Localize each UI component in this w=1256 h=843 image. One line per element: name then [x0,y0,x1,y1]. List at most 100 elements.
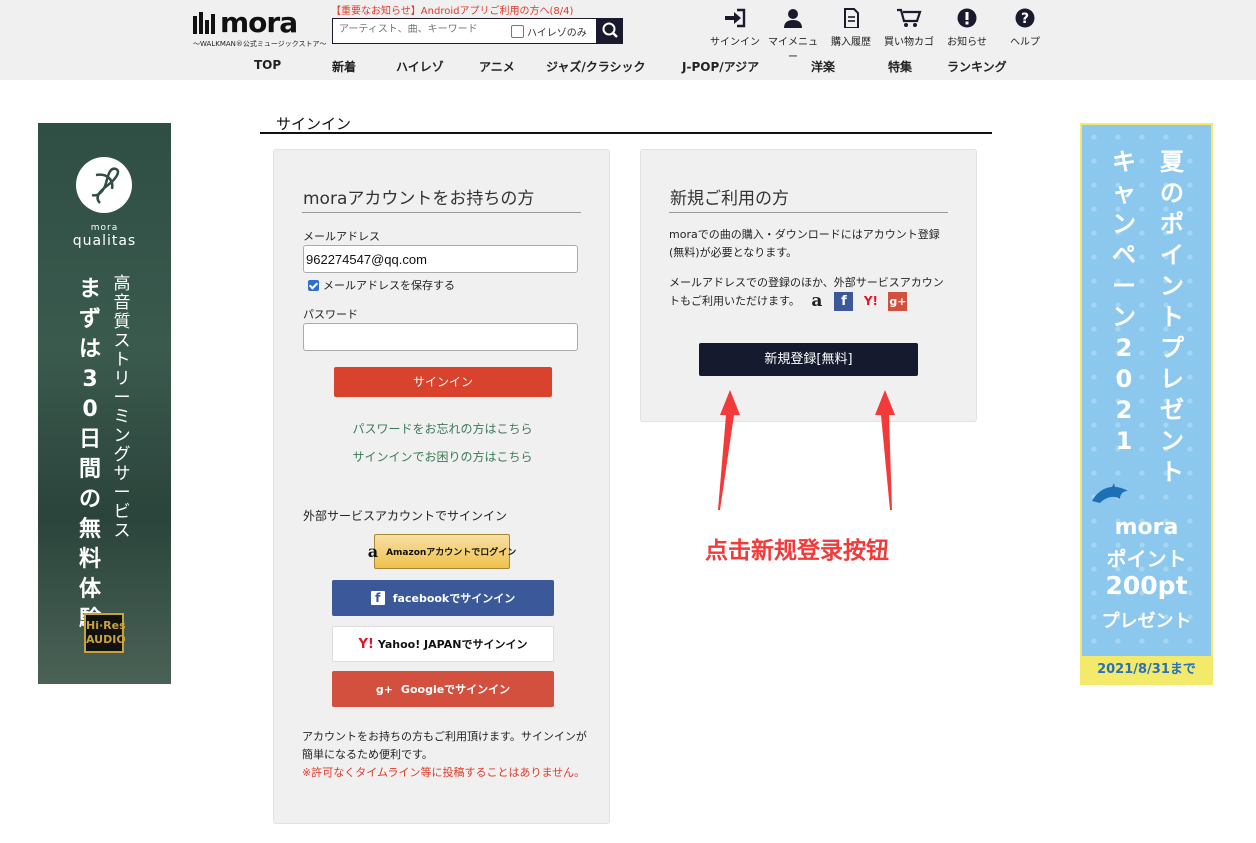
signin-link[interactable]: サインイン [706,8,764,63]
signin-note-text: アカウントをお持ちの方もご利用頂けます。サインインが簡単になるため便利です。 [302,730,587,761]
remember-email-checkbox[interactable]: メールアドレスを保存する [308,277,455,293]
ad-point-label: ポイント [1106,547,1187,571]
mymenu-icon [784,9,802,28]
nav-anime[interactable]: アニメ [479,58,515,75]
nav-western[interactable]: 洋楽 [811,58,835,75]
email-label: メールアドレス [303,230,380,243]
ad-brand: qualitas [72,233,137,249]
ad-deadline: 2021/8/31まで [1082,656,1211,683]
facebook-icon: f [834,292,854,311]
search-bar: ハイレゾのみ [332,18,623,44]
summer-campaign-banner-ad[interactable]: 夏のポイントプレゼント キャンペーン2021 mora ポイント 200pt プ… [1080,123,1213,685]
ad-point-brand: mora [1114,515,1179,540]
facebook-signin-button[interactable]: f facebookでサインイン [332,580,554,616]
help-label: ヘルプ [1010,37,1040,48]
help-link[interactable]: ? ヘルプ [996,8,1054,63]
main-nav: TOP 新着 ハイレゾ アニメ ジャズ/クラシック J-POP/アジア 洋楽 特… [0,58,1256,76]
remember-email-label: メールアドレスを保存する [323,279,455,292]
history-link[interactable]: 購入履歴 [822,8,880,63]
history-label: 購入履歴 [831,37,871,48]
search-input[interactable] [339,24,499,35]
signin-button[interactable]: サインイン [334,367,552,397]
yahoo-icon: Y! [358,636,374,652]
info-link[interactable]: お知らせ [938,8,996,63]
signin-note-warning: ※許可なくタイムライン等に投稿することはありません。 [302,766,586,779]
facebook-signin-label: facebookでサインイン [392,592,516,605]
password-label: パスワード [303,308,358,321]
nav-jpop-asia[interactable]: J-POP/アジア [682,58,759,75]
yahoo-signin-button[interactable]: Y! Yahoo! JAPANでサインイン [332,626,554,662]
ad-headline: まずは30日間の無料体験 [78,277,101,632]
amazon-login-button[interactable]: a Amazonアカウントでログイン [368,534,516,569]
login-heading: moraアカウントをお持ちの方 [303,189,535,209]
signin-icon [725,8,746,28]
search-box: ハイレゾのみ [332,18,597,44]
svg-text:?: ? [1021,11,1029,27]
login-panel: moraアカウントをお持ちの方 メールアドレス メールアドレスを保存する パスワ… [273,149,610,824]
google-signin-button[interactable]: g+ Googleでサインイン [332,671,554,707]
hires-only-checkbox[interactable]: ハイレゾのみ [511,24,587,39]
nav-features[interactable]: 特集 [888,58,912,75]
nav-jazz-classic[interactable]: ジャズ/クラシック [546,58,646,75]
ad-title-col1: 夏のポイントプレゼント [1160,148,1184,486]
register-free-button[interactable]: 新規登録[無料] [699,343,918,376]
nav-ranking[interactable]: ランキング [947,58,1007,75]
dolphin-icon [1092,483,1128,503]
important-notice-link[interactable]: 【重要なお知らせ】Androidアプリご利用の方へ(8/4) [331,2,573,17]
logo-subtitle: 〜WALKMAN®公式ミュージックストア〜 [193,40,327,48]
ad-point-action: プレゼント [1101,611,1192,632]
hires-audio-badge: Hi·Res AUDIO [84,613,126,653]
register-panel: 新規ご利用の方 moraでの曲の購入・ダウンロードにはアカウント登録(無料)が必… [640,149,977,422]
mymenu-link[interactable]: マイメニュー [764,8,822,63]
logo-bars-icon [193,12,217,34]
amazon-login-label: Amazonアカウントでログイン [386,548,517,558]
google-plus-icon: g+ [888,292,908,311]
nav-new[interactable]: 新着 [332,58,356,75]
checkbox-icon [511,25,524,38]
external-signin-heading: 外部サービスアカウントでサインイン [303,509,508,523]
ad-tagline: 高音質ストリーミングサービス [113,274,131,541]
mora-logo[interactable]: mora 〜WALKMAN®公式ミュージックストア〜 [193,6,327,48]
search-icon [602,22,618,38]
qualitas-logo-icon [76,157,132,213]
header-icon-menu: サインイン マイメニュー 購入履歴 買い物カゴ お知らせ ? ヘルプ [706,8,1054,63]
yahoo-icon: Y! [863,294,878,308]
ad-point-value: 200pt [1105,571,1188,600]
amazon-icon: a [367,542,379,561]
signin-trouble-link[interactable]: サインインでお困りの方はこちら [274,448,611,465]
page-title: サインイン [276,115,352,133]
cart-label: 買い物カゴ [884,37,934,48]
qualitas-banner-ad[interactable]: mora qualitas 高音質ストリーミングサービス まずは30日間の無料体… [38,123,171,684]
login-heading-divider [302,212,581,213]
arrow-right-icon [875,390,895,510]
logo-text: mora [220,6,298,39]
info-label: お知らせ [947,37,987,48]
annotation-arrows [718,390,895,510]
signin-label: サインイン [710,37,760,48]
register-text-2: メールアドレスでの登録のほか、外部サービスアカウントもご利用いただけます。 a … [669,274,951,311]
annotation-caption: 点击新规登录按钮 [705,538,889,564]
cart-icon [897,8,922,27]
register-text-1: moraでの曲の購入・ダウンロードにはアカウント登録(無料)が必要となります。 [669,228,940,259]
google-signin-label: Googleでサインイン [400,683,511,696]
yahoo-signin-label: Yahoo! JAPANでサインイン [377,638,528,651]
register-heading-divider [669,212,948,213]
cart-link[interactable]: 買い物カゴ [880,8,938,63]
help-icon: ? [1015,8,1035,28]
register-heading: 新規ご利用の方 [670,189,789,209]
ad-title-col2: キャンペーン2021 [1112,148,1136,455]
forgot-password-link[interactable]: パスワードをお忘れの方はこちら [274,420,611,437]
google-plus-icon: g+ [375,682,393,696]
hires-only-label: ハイレゾのみ [527,28,587,39]
external-service-icons: a f Y! g+ [807,292,915,311]
email-field[interactable] [303,245,578,273]
site-header: mora 〜WALKMAN®公式ミュージックストア〜 【重要なお知らせ】Andr… [0,0,1256,80]
facebook-icon: f [370,591,385,605]
arrow-left-icon [718,390,740,510]
ad-brand-small: mora [90,223,119,233]
password-field[interactable] [303,323,578,351]
search-button[interactable] [597,18,623,44]
nav-top[interactable]: TOP [254,58,281,72]
signin-note: アカウントをお持ちの方もご利用頂けます。サインインが簡単になるため便利です。 ※… [302,728,592,782]
nav-hires[interactable]: ハイレゾ [396,58,444,75]
